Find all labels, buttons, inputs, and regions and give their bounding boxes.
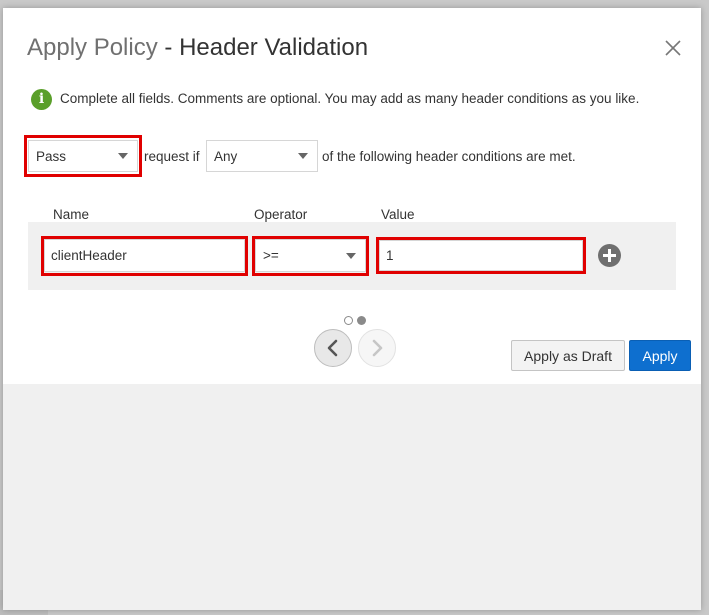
pager-dot-1[interactable]: [344, 316, 353, 325]
header-value-input[interactable]: 1: [379, 240, 583, 271]
apply-button[interactable]: Apply: [629, 340, 691, 371]
plus-circle-icon[interactable]: [598, 244, 621, 267]
header-value-value: 1: [386, 248, 394, 263]
chevron-down-icon: [298, 153, 308, 159]
match-select-value: Any: [214, 148, 238, 164]
chevron-down-icon: [118, 153, 128, 159]
header-name-value: clientHeader: [51, 248, 127, 263]
dialog-body: Apply Policy - Header Validation i Compl…: [3, 8, 701, 384]
chevron-left-icon[interactable]: [314, 329, 352, 367]
column-header-value: Value: [381, 207, 415, 222]
title-prefix: Apply Policy: [27, 34, 158, 61]
info-message: Complete all fields. Comments are option…: [60, 91, 640, 106]
chevron-right-icon[interactable]: [358, 329, 396, 367]
title-main: Header Validation: [179, 34, 369, 61]
column-header-operator: Operator: [254, 207, 308, 222]
operator-select-value: >=: [263, 248, 279, 263]
dialog-title: Apply Policy - Header Validation: [27, 34, 368, 62]
operator-select[interactable]: >=: [255, 239, 366, 272]
close-icon[interactable]: [663, 38, 683, 58]
match-select[interactable]: Any: [206, 140, 318, 172]
apply-policy-dialog: Apply Policy - Header Validation i Compl…: [3, 8, 701, 610]
header-name-input[interactable]: clientHeader: [44, 239, 245, 272]
info-icon: i: [31, 89, 52, 110]
chevron-down-icon: [346, 252, 356, 259]
apply-as-draft-button[interactable]: Apply as Draft: [511, 340, 625, 371]
title-separator: -: [157, 34, 180, 61]
conditions-suffix-label: of the following header conditions are m…: [322, 149, 576, 164]
column-header-name: Name: [53, 207, 90, 222]
action-select[interactable]: Pass: [28, 140, 138, 172]
pager-dot-2[interactable]: [357, 316, 366, 325]
request-if-label: request if: [144, 149, 200, 164]
action-select-value: Pass: [36, 148, 67, 164]
